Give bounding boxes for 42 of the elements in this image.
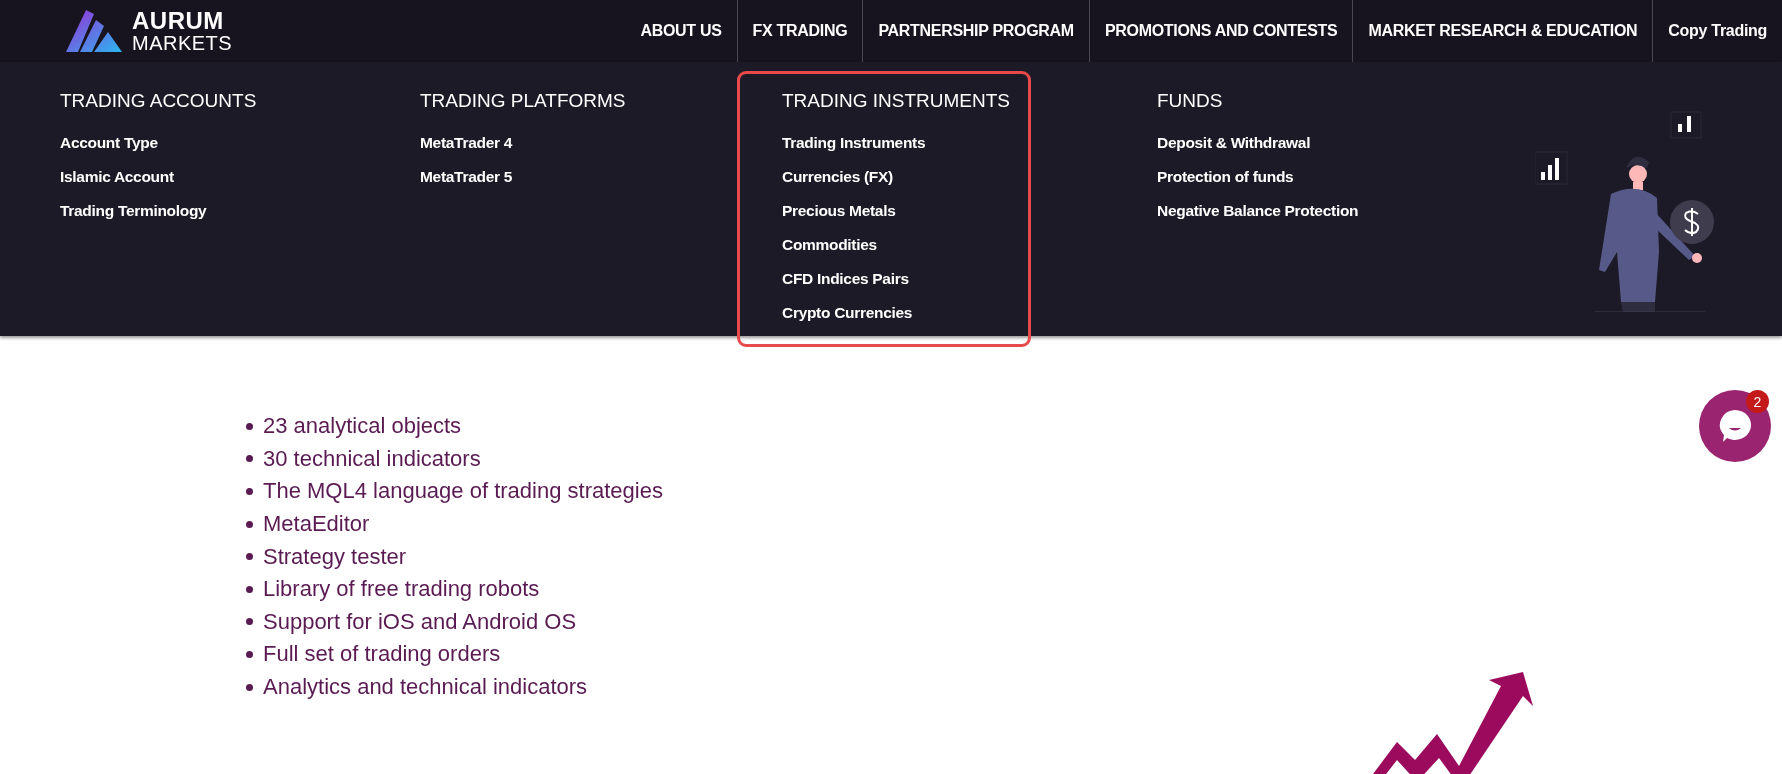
feature-item: 30 technical indicators [263,445,481,472]
feature-item: Support for iOS and Android OS [263,608,577,635]
nav-link[interactable]: ABOUT US [625,0,737,62]
menu-link[interactable]: Islamic Account [60,168,420,186]
menu-link[interactable]: MetaTrader 4 [420,134,740,152]
menu-heading: FUNDS [1157,90,1224,112]
menu-link[interactable]: Deposit & Withdrawal [1157,134,1537,152]
menu-link[interactable]: Negative Balance Protection [1157,202,1537,220]
chat-bubble-icon [1717,408,1753,444]
feature-item: 23 analytical objects [263,413,462,440]
menu-link[interactable]: Crypto Currencies [782,304,1028,322]
bullet-icon [246,520,253,528]
menu-heading: TRADING ACCOUNTS [60,90,258,112]
bullet-icon [246,488,253,495]
menu-heading: TRADING PLATFORMS [420,90,627,112]
feature-item: MetaEditor [263,511,370,538]
feature-item: Strategy tester [263,543,407,570]
menu-link[interactable]: Protection of funds [1157,168,1537,186]
bullet-icon [246,683,253,691]
menu-link[interactable]: CFD Indices Pairs [782,270,1028,288]
feature-item: Full set of trading orders [263,641,501,668]
menu-link[interactable]: Trading Instruments [782,134,1028,152]
feature-item: The MQL4 language of trading strategies [263,478,663,505]
menu-link[interactable]: Currencies (FX) [782,168,1028,186]
menu-link[interactable]: Commodities [782,236,1028,254]
bullet-icon [246,422,253,430]
feature-item: Library of free trading robots [263,576,540,603]
menu-link[interactable]: MetaTrader 5 [420,168,740,186]
menu-link[interactable]: Account Type [60,134,420,152]
dollar-coin-icon [1670,200,1714,244]
bullet-icon [246,650,253,658]
feature-item: Analytics and technical indicators [263,674,588,701]
notification-badge: 2 [1746,390,1769,413]
bullet-icon [246,455,253,463]
menu-heading: TRADING INSTRUMENTS [782,90,1011,112]
bullet-icon [246,585,253,593]
menu-link[interactable]: Precious Metals [782,202,1028,220]
bullet-icon [246,553,253,561]
menu-link[interactable]: Trading Terminology [60,202,420,220]
logo-title: AURUM [132,9,225,33]
bullet-icon [246,618,253,626]
logo-subtitle: MARKETS [132,33,233,53]
